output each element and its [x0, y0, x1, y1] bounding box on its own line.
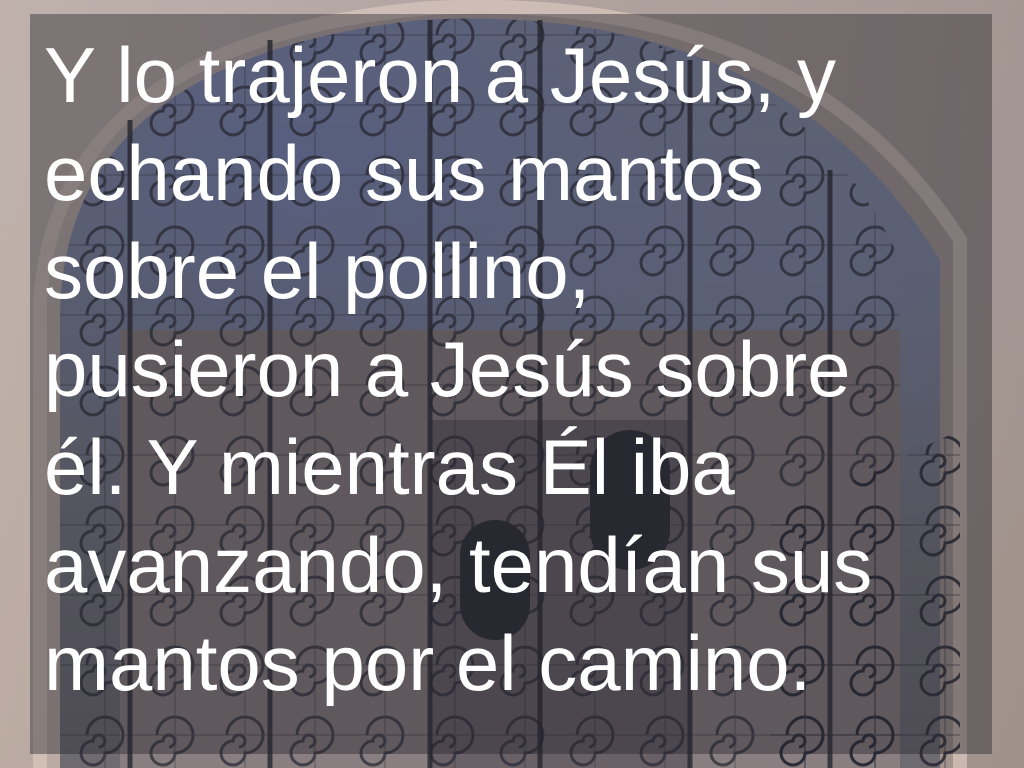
- verse-line: avanzando, tendían sus: [44, 521, 873, 609]
- verse-line: echando sus mantos: [44, 129, 764, 217]
- verse-line: pusieron a Jesús sobre: [44, 325, 851, 413]
- verse-line: sobre el pollino,: [44, 227, 591, 315]
- verse-line: Y lo trajeron a Jesús, y: [44, 31, 836, 119]
- verse-line: él. Y mientras Él iba: [44, 423, 735, 511]
- verse-text: Y lo trajeron a Jesús, y echando sus man…: [44, 26, 974, 712]
- slide: Y lo trajeron a Jesús, y echando sus man…: [0, 0, 1024, 768]
- verse-line: mantos por el camino.: [44, 619, 812, 707]
